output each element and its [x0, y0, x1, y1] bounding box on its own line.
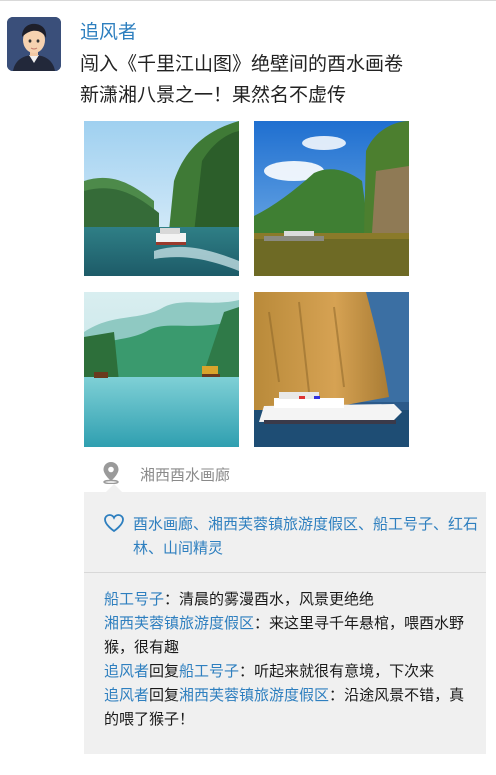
- post-author-name[interactable]: 追风者: [80, 20, 137, 44]
- comment-text: 听起来就很有意境，下次来: [254, 662, 435, 680]
- colon: ：: [254, 614, 270, 632]
- photo-1[interactable]: [84, 121, 239, 276]
- reply-word: 回复: [149, 686, 180, 704]
- avatar[interactable]: [7, 17, 61, 71]
- comment-author[interactable]: 追风者: [104, 686, 149, 704]
- comment-list: 船工号子：清晨的雾漫酉水，风景更绝绝 湘西芙蓉镇旅游度假区：来这里寻千年悬棺，喂…: [104, 587, 476, 731]
- top-border: [0, 0, 496, 1]
- reply-target[interactable]: 湘西芙蓉镇旅游度假区: [179, 686, 329, 704]
- reply-word: 回复: [149, 662, 180, 680]
- comment-item[interactable]: 追风者回复湘西芙蓉镇旅游度假区：沿途风景不错，真的喂了猴子！: [104, 683, 476, 731]
- colon: ：: [164, 590, 180, 608]
- comment-text: 清晨的雾漫酉水，风景更绝绝: [179, 590, 375, 608]
- likes-names[interactable]: 酉水画廊、湘西芙蓉镇旅游度假区、船工号子、红石林、山间精灵: [133, 512, 483, 560]
- comment-author[interactable]: 船工号子: [104, 590, 164, 608]
- photo-3[interactable]: [84, 292, 239, 447]
- comment-author[interactable]: 湘西芙蓉镇旅游度假区: [104, 614, 254, 632]
- comment-author[interactable]: 追风者: [104, 662, 149, 680]
- likes-section: 酉水画廊、湘西芙蓉镇旅游度假区、船工号子、红石林、山间精灵: [103, 512, 483, 560]
- panel-pointer: [106, 484, 122, 492]
- panel-divider: [84, 572, 486, 573]
- comment-item[interactable]: 湘西芙蓉镇旅游度假区：来这里寻千年悬棺，喂酉水野猴，很有趣: [104, 611, 476, 659]
- reply-target[interactable]: 船工号子: [179, 662, 239, 680]
- colon: ：: [239, 662, 255, 680]
- heart-icon: [103, 513, 125, 537]
- post-text-line-2: 新潇湘八景之一！果然名不虚传: [80, 84, 347, 106]
- photo-2[interactable]: [254, 121, 409, 276]
- post-text-line-1: 闯入《千里江山图》绝壁间的酉水画卷: [80, 53, 404, 75]
- location-label: 湘西酉水画廊: [140, 465, 231, 484]
- comment-item[interactable]: 船工号子：清晨的雾漫酉水，风景更绝绝: [104, 587, 476, 611]
- colon: ：: [329, 686, 345, 704]
- comment-item[interactable]: 追风者回复船工号子：听起来就很有意境，下次来: [104, 659, 476, 683]
- photo-4[interactable]: [254, 292, 409, 447]
